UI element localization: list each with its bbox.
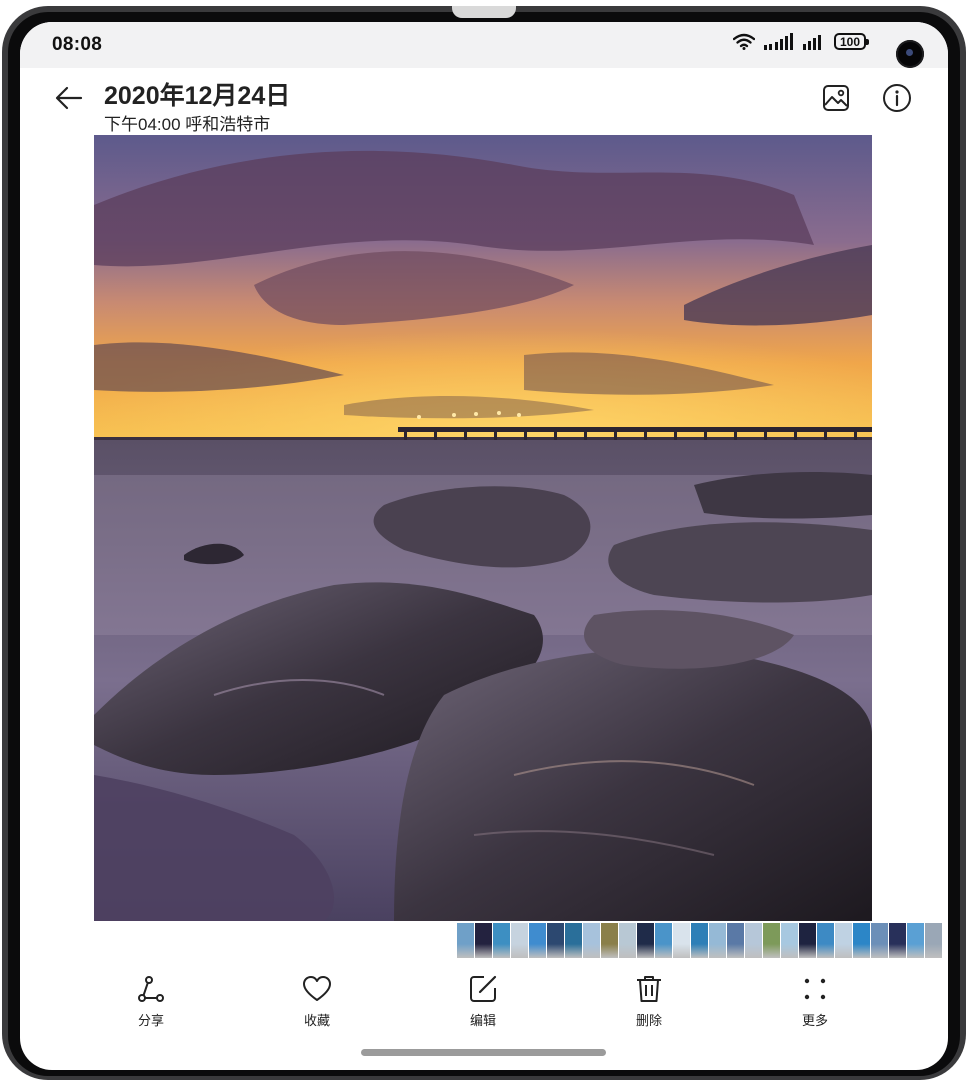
device-frame: 08:08 100 2020年12月24日 下午04:00 呼和浩特市 分享 收… [0,0,968,1080]
signal-icon-sim2 [803,33,825,50]
hinge-notch [452,6,516,18]
filmstrip-thumbnail[interactable] [493,923,510,958]
sunset-pier-photo [94,135,872,921]
bottom-toolbar: 分享 收藏 编辑 删除 更多 [20,972,948,1042]
filmstrip-thumbnail[interactable] [673,923,690,958]
filmstrip-thumbnail[interactable] [745,923,762,958]
page-title: 2020年12月24日 [104,82,291,110]
filmstrip-thumbnail[interactable] [475,923,492,958]
edit-button[interactable]: 编辑 [438,972,528,1029]
filmstrip-thumbnail[interactable] [547,923,564,958]
more-button[interactable]: 更多 [770,972,860,1029]
photo-viewer[interactable] [94,135,872,921]
status-time: 08:08 [52,34,103,55]
more-label: 更多 [801,1013,828,1028]
filmstrip-thumbnail[interactable] [871,923,888,958]
info-icon [883,84,911,112]
filmstrip-thumbnail[interactable] [853,923,870,958]
filmstrip-thumbnail[interactable] [619,923,636,958]
filmstrip-thumbnail[interactable] [565,923,582,958]
heart-icon [303,976,331,1001]
more-icon [804,978,826,1000]
image-button[interactable] [816,78,856,118]
image-icon [823,85,849,111]
share-icon [138,976,164,1002]
filmstrip-thumbnail[interactable] [691,923,708,958]
filmstrip-thumbnail[interactable] [601,923,618,958]
back-arrow-icon [55,86,83,110]
signal-icon-sim1 [764,33,794,50]
filmstrip-thumbnail[interactable] [583,923,600,958]
filmstrip-thumbnail[interactable] [907,923,924,958]
filmstrip-thumbnail[interactable] [637,923,654,958]
back-button[interactable] [50,80,88,116]
favorite-button[interactable]: 收藏 [272,972,362,1029]
photo-header: 2020年12月24日 下午04:00 呼和浩特市 [20,68,948,138]
filmstrip-thumbnail[interactable] [655,923,672,958]
delete-button[interactable]: 删除 [604,972,694,1029]
trash-icon [637,976,661,1002]
filmstrip-thumbnail[interactable] [457,923,474,958]
filmstrip-thumbnail[interactable] [799,923,816,958]
filmstrip-thumbnail[interactable] [781,923,798,958]
filmstrip-thumbnail[interactable] [889,923,906,958]
filmstrip-thumbnail[interactable] [529,923,546,958]
status-bar: 08:08 100 [20,22,948,68]
filmstrip-thumbnail[interactable] [763,923,780,958]
filmstrip-thumbnail[interactable] [727,923,744,958]
share-button[interactable]: 分享 [106,972,196,1029]
photo-time-location: 下午04:00 呼和浩特市 [104,115,271,134]
wifi-icon [733,33,755,50]
battery-icon: 100 [834,33,869,50]
edit-label: 编辑 [469,1013,496,1028]
status-icons: 100 [733,33,869,50]
filmstrip-thumbnail[interactable] [817,923,834,958]
delete-label: 删除 [635,1013,662,1028]
filmstrip-thumbnail[interactable] [925,923,942,958]
share-label: 分享 [137,1013,164,1028]
edit-icon [470,975,497,1002]
filmstrip-thumbnail[interactable] [511,923,528,958]
info-button[interactable] [877,78,917,118]
screen: 08:08 100 2020年12月24日 下午04:00 呼和浩特市 分享 收… [20,22,948,1070]
thumbnail-strip[interactable] [457,923,942,958]
filmstrip-thumbnail[interactable] [709,923,726,958]
home-indicator[interactable] [361,1049,606,1056]
filmstrip-thumbnail[interactable] [835,923,852,958]
favorite-label: 收藏 [303,1013,330,1028]
front-camera [896,40,924,68]
